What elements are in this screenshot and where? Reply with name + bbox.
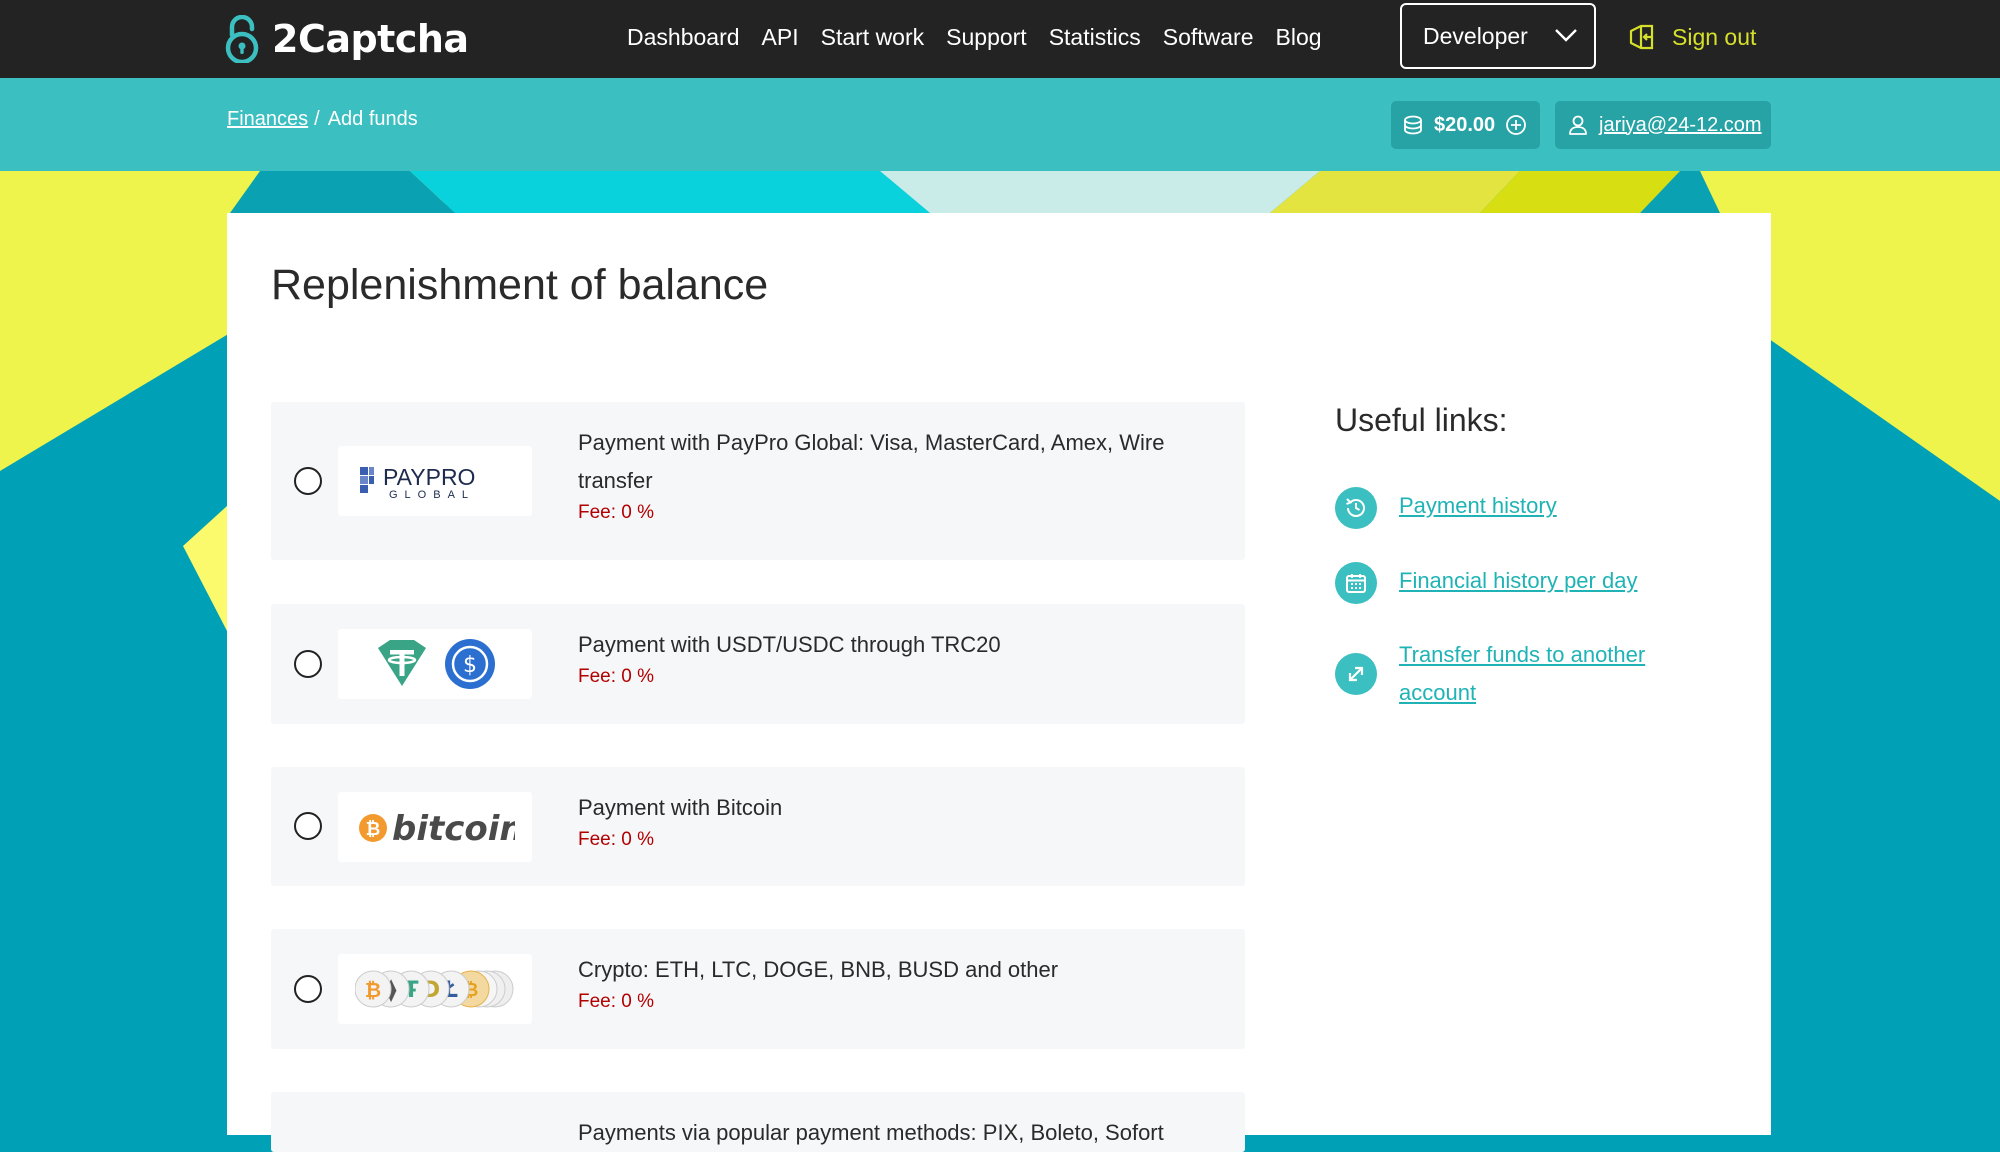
payment-method-fee: Fee: 0 % — [578, 829, 655, 850]
transfer-icon — [1335, 653, 1377, 695]
payment-method-fee: Fee: 0 % — [578, 502, 655, 523]
breadcrumb: Finances / Add funds — [227, 108, 418, 131]
payment-method-label: Payment with Bitcoin — [578, 795, 783, 820]
nav-software[interactable]: Software — [1163, 24, 1254, 51]
tether-usdc-logo: $ — [338, 629, 532, 699]
main-nav: Dashboard API Start work Support Statist… — [627, 0, 1344, 74]
role-dropdown[interactable]: Developer — [1400, 3, 1596, 69]
user-email: jariya@24-12.com — [1599, 113, 1762, 136]
chevron-down-icon — [1555, 29, 1577, 42]
payment-method-popular[interactable]: Payments via popular payment methods: PI… — [271, 1092, 1245, 1152]
nav-statistics[interactable]: Statistics — [1049, 24, 1141, 51]
tether-usdc-logo-graphic: $ — [378, 639, 495, 689]
nav-api[interactable]: API — [762, 24, 799, 51]
payment-method-info: Payments via popular payment methods: PI… — [578, 1114, 1198, 1152]
brand-name: 2Captcha — [272, 17, 469, 61]
payment-method-info: Payment with USDT/USDC through TRC20 Fee… — [578, 626, 1198, 690]
payment-method-info: Payment with PayPro Global: Visa, Master… — [578, 424, 1198, 526]
payment-method-paypro[interactable]: PAYPRO GLOBAL Payment with PayPro Global… — [271, 402, 1245, 560]
radio-bitcoin[interactable] — [294, 812, 322, 840]
breadcrumb-separator: / — [314, 108, 320, 130]
payment-method-usdt-usdc[interactable]: $ Payment with USDT/USDC through TRC20 F… — [271, 604, 1245, 724]
paypro-logo-text: PAYPRO — [383, 464, 475, 490]
crypto-coins-logo-graphic: ₿ Ł D Ŧ ⧫ ₿ — [355, 970, 514, 1008]
svg-text:₿: ₿ — [366, 819, 381, 840]
payment-method-info: Crypto: ETH, LTC, DOGE, BNB, BUSD and ot… — [578, 951, 1198, 1015]
paypro-logo-subtext: GLOBAL — [389, 489, 475, 501]
useful-link-financial-history[interactable]: Financial history per day — [1335, 562, 1699, 604]
balance-button[interactable]: $20.00 — [1391, 101, 1540, 149]
nav-blog[interactable]: Blog — [1276, 24, 1322, 51]
payment-method-bitcoin[interactable]: ₿ bitcoin Payment with Bitcoin Fee: 0 % — [271, 767, 1245, 886]
calendar-icon — [1335, 562, 1377, 604]
bitcoin-logo-text: bitcoin — [392, 809, 515, 849]
payment-method-info: Payment with Bitcoin Fee: 0 % — [578, 789, 1198, 853]
sign-out-label: Sign out — [1672, 23, 1757, 50]
main-card: Replenishment of balance PAYPRO GLOBAL P… — [227, 213, 1771, 1152]
nav-support[interactable]: Support — [946, 24, 1027, 51]
payment-method-crypto[interactable]: ₿ Ł D Ŧ ⧫ ₿ Crypto: ETH, LTC, DOGE, BNB,… — [271, 929, 1245, 1049]
top-navigation-bar: 2Captcha Dashboard API Start work Suppor… — [0, 0, 2000, 78]
nav-dashboard[interactable]: Dashboard — [627, 24, 740, 51]
account-subbar: Finances / Add funds $20.00 jariya@24-12.c… — [0, 78, 2000, 171]
payment-method-label: Payment with PayPro Global: Visa, Master… — [578, 430, 1165, 493]
payment-method-fee: Fee: 0 % — [578, 991, 655, 1012]
brand-logo[interactable]: 2Captcha — [224, 11, 469, 67]
nav-start-work[interactable]: Start work — [821, 24, 925, 51]
sign-out-icon — [1629, 24, 1654, 50]
padlock-logo-icon — [225, 15, 259, 63]
history-icon — [1335, 487, 1377, 529]
financial-history-link[interactable]: Financial history per day — [1399, 562, 1699, 604]
useful-link-payment-history[interactable]: Payment history — [1335, 487, 1699, 529]
user-account-button[interactable]: jariya@24-12.com — [1555, 101, 1771, 149]
useful-link-transfer-funds[interactable]: Transfer funds to another account — [1335, 636, 1699, 712]
bitcoin-logo: ₿ bitcoin — [338, 792, 532, 862]
radio-paypro[interactable] — [294, 467, 322, 495]
transfer-funds-link[interactable]: Transfer funds to another account — [1399, 636, 1699, 712]
breadcrumb-current: Add funds — [327, 108, 418, 130]
role-dropdown-value: Developer — [1423, 22, 1528, 49]
paypro-logo-graphic: PAYPRO GLOBAL — [360, 464, 475, 501]
svg-text:₿: ₿ — [365, 978, 381, 1002]
page-title: Replenishment of balance — [271, 261, 769, 309]
breadcrumb-finances-link[interactable]: Finances — [227, 108, 308, 130]
crypto-coins-logo: ₿ Ł D Ŧ ⧫ ₿ — [338, 954, 532, 1024]
payment-method-label: Payment with USDT/USDC through TRC20 — [578, 632, 1001, 657]
radio-crypto[interactable] — [294, 975, 322, 1003]
bitcoin-logo-graphic: ₿ bitcoin — [359, 809, 515, 849]
add-circle-icon — [1506, 115, 1527, 135]
payment-method-label: Crypto: ETH, LTC, DOGE, BNB, BUSD and ot… — [578, 957, 1059, 982]
user-icon — [1569, 115, 1587, 135]
useful-links-title: Useful links: — [1335, 402, 1508, 438]
paypro-global-logo: PAYPRO GLOBAL — [338, 446, 532, 516]
sign-out-link[interactable]: Sign out — [1628, 19, 1756, 55]
payment-method-label: Payments via popular payment methods: PI… — [578, 1120, 1164, 1145]
payment-history-link[interactable]: Payment history — [1399, 487, 1699, 529]
coins-icon — [1404, 115, 1422, 135]
svg-text:$: $ — [463, 653, 477, 678]
balance-amount: $20.00 — [1434, 113, 1496, 136]
payment-method-fee: Fee: 0 % — [578, 666, 655, 687]
radio-usdt-usdc[interactable] — [294, 650, 322, 678]
